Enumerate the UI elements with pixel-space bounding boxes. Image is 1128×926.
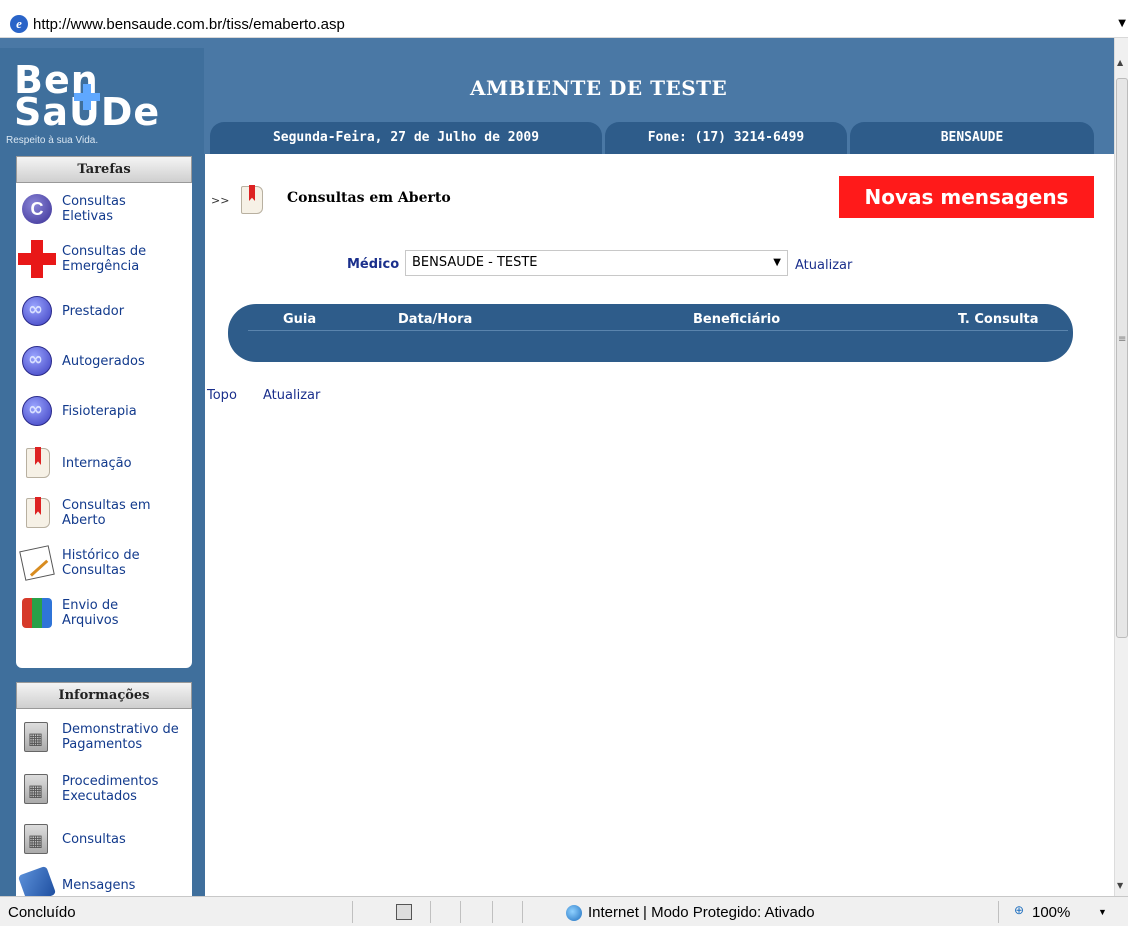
- sidebar-item-label: Consultas em Aberto: [62, 498, 151, 528]
- sidebar-item-autogerados[interactable]: Autogerados: [16, 338, 192, 384]
- table-divider: [248, 330, 1068, 331]
- info-panel: Informações Demonstrativo de Pagamentos …: [16, 682, 192, 905]
- sidebar-item-label: Procedimentos Executados: [62, 774, 159, 804]
- consultations-table: Guia Data/Hora Beneficiário T. Consulta: [228, 304, 1073, 362]
- refresh-link[interactable]: Atualizar: [795, 258, 852, 273]
- tasks-panel-title: Tarefas: [16, 156, 192, 183]
- top-link[interactable]: Topo: [207, 388, 237, 403]
- sidebar-item-consultas-eletivas[interactable]: C Consultas Eletivas: [16, 186, 192, 232]
- column-header-guia: Guia: [283, 312, 317, 327]
- sidebar-item-label: Mensagens: [62, 877, 136, 893]
- scroll-thumb[interactable]: [1116, 78, 1128, 638]
- logo-cross-icon: [74, 84, 100, 110]
- medico-select[interactable]: BENSAUDE - TESTE ▼: [405, 250, 788, 276]
- calculator-icon: [24, 824, 48, 854]
- user-tab: BENSAUDE: [850, 122, 1094, 154]
- book-icon: [241, 186, 263, 214]
- scroll-down-icon[interactable]: ▼: [1117, 881, 1123, 890]
- sidebar-item-procedimentos[interactable]: Procedimentos Executados: [16, 766, 192, 812]
- logo[interactable]: Ben SaUDe: [14, 61, 160, 131]
- divider: [460, 901, 461, 923]
- sidebar-item-label: Envio de Arquivos: [62, 598, 119, 628]
- sidebar-item-label: Consultas: [62, 831, 126, 847]
- sidebar-item-consultas-emergencia[interactable]: Consultas de Emergência: [16, 236, 192, 282]
- blocks-icon: [22, 598, 52, 628]
- browser-icon: e: [10, 15, 28, 33]
- refresh-bottom-link[interactable]: Atualizar: [263, 388, 320, 403]
- chevron-down-icon[interactable]: ▼: [1098, 907, 1107, 917]
- sidebar-item-prestador[interactable]: Prestador: [16, 288, 192, 334]
- globe-icon: [22, 396, 52, 426]
- main-content: >> Consultas em Aberto Novas mensagens M…: [205, 154, 1114, 896]
- security-zone-text[interactable]: Internet | Modo Protegido: Ativado: [588, 904, 815, 921]
- sidebar-item-historico[interactable]: Histórico de Consultas: [16, 540, 192, 586]
- red-cross-icon: [18, 240, 56, 278]
- book-icon: [26, 448, 50, 478]
- sidebar-item-demonstrativo[interactable]: Demonstrativo de Pagamentos: [16, 714, 192, 760]
- divider: [522, 901, 523, 923]
- sidebar-item-label: Histórico de Consultas: [62, 548, 140, 578]
- environment-title: AMBIENTE DE TESTE: [470, 76, 728, 100]
- scroll-up-icon[interactable]: ▲: [1117, 58, 1123, 67]
- chevron-down-icon[interactable]: ▼: [1118, 18, 1126, 29]
- breadcrumb-arrow: >>: [211, 194, 230, 207]
- status-text: Concluído: [8, 904, 76, 921]
- divider: [352, 901, 353, 923]
- divider: [998, 901, 999, 923]
- sidebar-item-label: Fisioterapia: [62, 403, 137, 419]
- sidebar-item-consultas-aberto[interactable]: Consultas em Aberto: [16, 490, 192, 536]
- zoom-level[interactable]: 100%: [1032, 904, 1070, 921]
- phone-tab: Fone: (17) 3214-6499: [605, 122, 847, 154]
- globe-icon: [22, 296, 52, 326]
- sidebar-item-label: Internação: [62, 455, 132, 471]
- sidebar-item-label: Autogerados: [62, 353, 145, 369]
- sidebar-item-consultas[interactable]: Consultas: [16, 816, 192, 862]
- zoom-icon[interactable]: ⊕: [1014, 903, 1024, 917]
- page-title: Consultas em Aberto: [287, 190, 451, 206]
- calculator-icon: [24, 722, 48, 752]
- sidebar-item-label: Prestador: [62, 303, 125, 319]
- document-icon: [19, 545, 55, 581]
- address-bar[interactable]: e http://www.bensaude.com.br/tiss/emaber…: [0, 0, 1128, 38]
- info-panel-title: Informações: [16, 682, 192, 709]
- sidebar-item-envio-arquivos[interactable]: Envio de Arquivos: [16, 590, 192, 636]
- sidebar-item-fisioterapia[interactable]: Fisioterapia: [16, 388, 192, 434]
- medico-select-value: BENSAUDE - TESTE: [412, 255, 538, 270]
- slogan: Respeito à sua Vida.: [6, 135, 99, 146]
- divider: [430, 901, 431, 923]
- medico-label: Médico: [347, 257, 400, 272]
- sidebar-item-label: Consultas de Emergência: [62, 244, 147, 274]
- calculator-icon: [24, 774, 48, 804]
- chevron-down-icon[interactable]: ▼: [773, 257, 781, 268]
- url-text[interactable]: http://www.bensaude.com.br/tiss/emaberto…: [33, 16, 345, 33]
- book-icon: [26, 498, 50, 528]
- sidebar-item-label: Demonstrativo de Pagamentos: [62, 722, 179, 752]
- tasks-panel: Tarefas C Consultas Eletivas Consultas d…: [16, 156, 192, 668]
- internet-zone-icon: [566, 905, 582, 921]
- globe-icon: [22, 346, 52, 376]
- grip-icon: ≡: [1118, 334, 1127, 345]
- site-header: Ben SaUDe Respeito à sua Vida. AMBIENTE …: [0, 38, 1114, 154]
- c-icon: C: [22, 194, 52, 224]
- vertical-scrollbar[interactable]: ▲ ≡ ▼: [1114, 38, 1128, 896]
- logo-area: Ben SaUDe Respeito à sua Vida.: [0, 48, 204, 154]
- date-tab: Segunda-Feira, 27 de Julho de 2009: [210, 122, 602, 154]
- popup-blocker-icon[interactable]: [396, 904, 412, 920]
- sidebar: Tarefas C Consultas Eletivas Consultas d…: [0, 154, 205, 905]
- column-header-beneficiario: Beneficiário: [693, 312, 781, 327]
- sidebar-item-label: Consultas Eletivas: [62, 194, 126, 224]
- sidebar-item-internacao[interactable]: Internação: [16, 440, 192, 486]
- column-header-tipo-consulta: T. Consulta: [958, 312, 1039, 327]
- new-messages-button[interactable]: Novas mensagens: [839, 176, 1094, 218]
- column-header-data-hora: Data/Hora: [398, 312, 473, 327]
- divider: [492, 901, 493, 923]
- status-bar: Concluído Internet | Modo Protegido: Ati…: [0, 896, 1128, 926]
